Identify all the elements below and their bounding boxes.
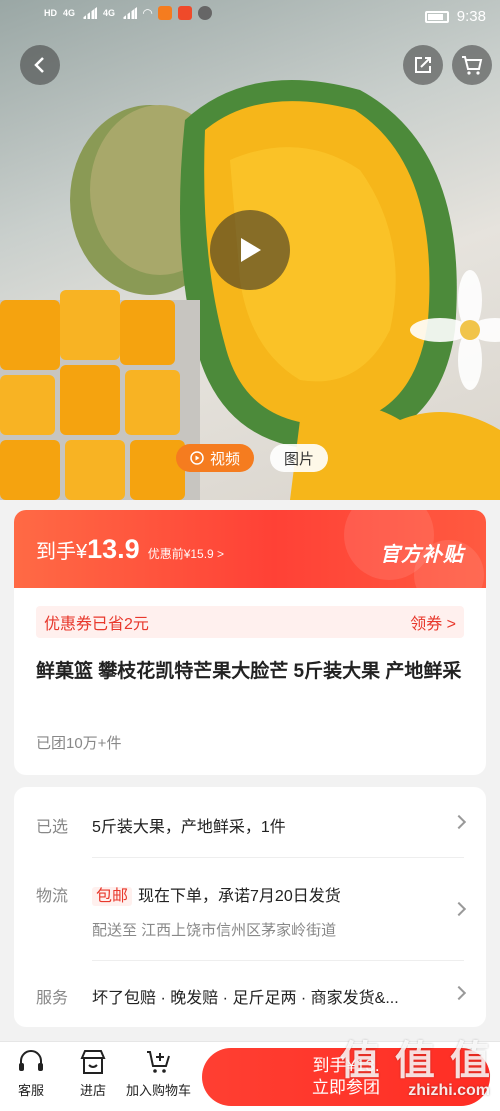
service-label: 客服 — [17, 1083, 44, 1098]
claim-coupon-button[interactable]: 领券 > — [410, 610, 456, 634]
service-row[interactable]: 服务 坏了包赔 · 晚发赔 · 足斤足两 · 商家发货&... — [14, 960, 486, 1027]
media-tabs: 视频 图片 — [176, 444, 329, 472]
network-type-label: HD — [44, 8, 57, 18]
logistics-row[interactable]: 物流 包邮 现在下单，承诺7月20日发货 配送至 江西上饶市信州区茅家岭街道 — [14, 857, 486, 960]
signal-icon-2 — [121, 7, 138, 19]
free-shipping-badge: 包邮 — [92, 887, 133, 906]
chevron-right-icon-3 — [451, 985, 467, 1001]
tab-video[interactable]: 视频 — [176, 444, 255, 472]
tab-video-label: 视频 — [210, 450, 241, 468]
cart-icon — [462, 56, 483, 75]
selected-spec-row[interactable]: 已选 5斤装大果，产地鲜采，1件 — [14, 787, 486, 857]
coupon-saved-text: 优惠券已省2元 — [44, 616, 149, 633]
play-circle-icon — [190, 451, 204, 465]
official-subsidy-badge: 官方补贴 — [380, 544, 464, 566]
delivery-address: 配送至 江西上饶市信州区茅家岭街道 — [92, 922, 337, 939]
product-title: 鲜菓篮 攀枝花凯特芒果大脸芒 5斤装大果 产地鲜采 — [36, 661, 462, 682]
service-value: 坏了包赔 · 晚发赔 · 足斤足两 · 商家发货&... — [92, 990, 399, 1007]
customer-service-button[interactable]: 客服 — [16, 1048, 46, 1099]
share-button[interactable] — [403, 45, 443, 85]
share-icon — [415, 57, 431, 73]
product-hero-image[interactable]: HD 4G 4G ◠ 9:38 视频 图片 — [0, 0, 500, 500]
tab-photo[interactable]: 图片 — [270, 444, 329, 472]
product-info-card: 到手¥ 13.9 优惠前¥15.9 > 官方补贴 优惠券已省2元 领券 > 鲜菓… — [14, 510, 486, 775]
chevron-right-icon-2 — [451, 901, 467, 917]
store-icon — [80, 1050, 106, 1074]
cart-button[interactable] — [452, 45, 492, 85]
play-video-button[interactable] — [210, 210, 290, 290]
tab-photo-label: 图片 — [284, 450, 315, 468]
message-icon — [198, 6, 213, 20]
site-watermark: 值 值 值 — [339, 1039, 492, 1083]
sold-count: 已团10万+件 — [36, 735, 122, 752]
coupon-row[interactable]: 优惠券已省2元 领券 > — [36, 606, 464, 638]
status-bar: HD 4G 4G ◠ 9:38 — [0, 0, 500, 34]
shipping-promise: 现在下单，承诺7月20日发货 — [138, 888, 341, 905]
store-button[interactable]: 进店 — [78, 1048, 108, 1099]
app-notification-icon-2 — [178, 6, 193, 20]
selected-key: 已选 — [36, 819, 69, 836]
headset-icon — [19, 1050, 43, 1071]
logistics-key: 物流 — [36, 888, 69, 905]
add-cart-label: 加入购物车 — [126, 1083, 192, 1098]
battery-icon — [424, 10, 449, 23]
price-display: 到手¥ 13.9 优惠前¥15.9 > — [36, 534, 224, 565]
price-value: 13.9 — [87, 534, 140, 564]
clock: 9:38 — [456, 8, 486, 25]
site-watermark-url: zhizhi.com — [408, 1082, 490, 1099]
price-label: 到手¥ — [36, 541, 88, 563]
signal-icon — [81, 7, 98, 19]
selected-value: 5斤装大果，产地鲜采，1件 — [92, 819, 286, 836]
service-key: 服务 — [36, 990, 69, 1007]
play-icon — [241, 238, 261, 262]
options-card: 已选 5斤装大果，产地鲜采，1件 物流 包邮 现在下单，承诺7月20日发货 配送至… — [14, 787, 486, 1027]
price-banner: 到手¥ 13.9 优惠前¥15.9 > 官方补贴 — [14, 510, 486, 610]
network-4g-label: 4G — [63, 8, 76, 18]
add-to-cart-button[interactable]: 加入购物车 — [126, 1048, 191, 1099]
add-cart-icon — [146, 1051, 170, 1073]
network-4g-label-2: 4G — [103, 8, 116, 18]
app-notification-icon — [158, 6, 173, 20]
status-bar-signals: HD 4G 4G ◠ — [44, 6, 213, 20]
wifi-icon: ◠ — [143, 6, 153, 20]
chevron-right-icon — [451, 814, 467, 830]
chevron-left-icon — [34, 57, 44, 73]
back-button[interactable] — [20, 45, 60, 85]
store-label: 进店 — [79, 1083, 106, 1098]
original-price-link[interactable]: 优惠前¥15.9 > — [148, 545, 224, 562]
